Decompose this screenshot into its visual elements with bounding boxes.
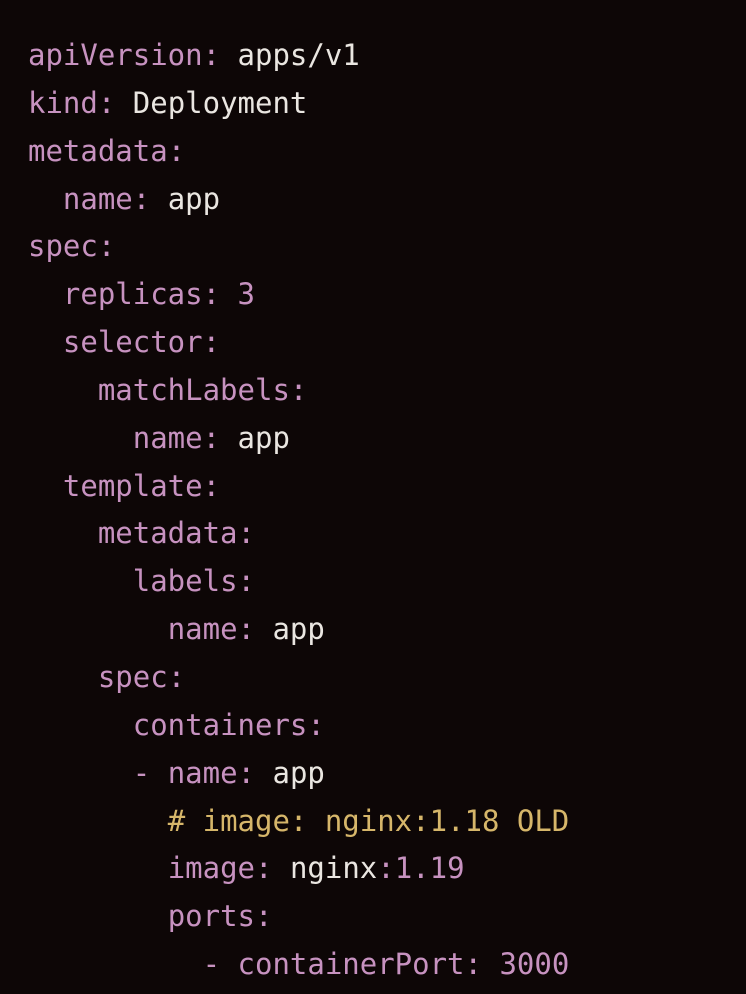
key-image: image — [168, 851, 255, 885]
colon: : — [133, 182, 150, 216]
line-matchLabels-name: name: app — [28, 421, 290, 455]
value-name: app — [272, 612, 324, 646]
comment-old-image: # image: nginx:1.18 OLD — [168, 804, 570, 838]
key-spec: spec — [98, 660, 168, 694]
line-comment: # image: nginx:1.18 OLD — [28, 804, 569, 838]
colon: : — [98, 229, 115, 263]
key-template: template — [63, 469, 203, 503]
key-metadata: metadata — [98, 516, 238, 550]
line-spec: spec: — [28, 229, 115, 263]
colon: : — [168, 660, 185, 694]
colon: : — [307, 708, 324, 742]
key-ports: ports — [168, 899, 255, 933]
key-name: name — [168, 756, 238, 790]
line-template: template: — [28, 469, 220, 503]
value-apiVersion: apps/v1 — [238, 38, 360, 72]
key-apiVersion: apiVersion — [28, 38, 203, 72]
line-labels: labels: — [28, 564, 255, 598]
line-template-metadata: metadata: — [28, 516, 255, 550]
line-ports: ports: — [28, 899, 272, 933]
colon: : — [168, 134, 185, 168]
colon: : — [203, 38, 220, 72]
key-spec: spec — [28, 229, 98, 263]
key-replicas: replicas — [63, 277, 203, 311]
line-labels-name: name: app — [28, 612, 325, 646]
value-name: app — [272, 756, 324, 790]
line-template-spec: spec: — [28, 660, 185, 694]
key-name: name — [133, 421, 203, 455]
colon: : — [238, 564, 255, 598]
key-matchLabels: matchLabels — [98, 373, 290, 407]
line-selector: selector: — [28, 325, 220, 359]
line-metadata-name: name: app — [28, 182, 220, 216]
line-containerPort: - containerPort: 3000 — [28, 947, 569, 981]
line-container-name: - name: app — [28, 756, 325, 790]
key-metadata: metadata — [28, 134, 168, 168]
line-matchLabels: matchLabels: — [28, 373, 307, 407]
key-name: name — [168, 612, 238, 646]
value-replicas: 3 — [238, 277, 255, 311]
line-image: image: nginx:1.19 — [28, 851, 465, 885]
colon: : — [203, 325, 220, 359]
yaml-code-block: apiVersion: apps/v1 kind: Deployment met… — [0, 0, 746, 994]
line-apiVersion: apiVersion: apps/v1 — [28, 38, 360, 72]
key-containers: containers — [133, 708, 308, 742]
colon: : — [255, 851, 272, 885]
colon: : — [238, 516, 255, 550]
dash: - — [133, 756, 150, 790]
line-metadata: metadata: — [28, 134, 185, 168]
colon: : — [203, 277, 220, 311]
line-replicas: replicas: 3 — [28, 277, 255, 311]
value-name: app — [238, 421, 290, 455]
key-selector: selector — [63, 325, 203, 359]
colon: : — [290, 373, 307, 407]
dash: - — [203, 947, 220, 981]
colon: : — [98, 86, 115, 120]
value-image-tag: :1.19 — [377, 851, 464, 885]
colon: : — [203, 421, 220, 455]
key-labels: labels — [133, 564, 238, 598]
colon: : — [465, 947, 482, 981]
colon: : — [203, 469, 220, 503]
colon: : — [238, 612, 255, 646]
value-containerPort: 3000 — [499, 947, 569, 981]
value-kind: Deployment — [133, 86, 308, 120]
colon: : — [238, 756, 255, 790]
key-containerPort: containerPort — [238, 947, 465, 981]
line-containers: containers: — [28, 708, 325, 742]
key-kind: kind — [28, 86, 98, 120]
key-name: name — [63, 182, 133, 216]
line-kind: kind: Deployment — [28, 86, 307, 120]
value-name: app — [168, 182, 220, 216]
value-image-base: nginx — [290, 851, 377, 885]
colon: : — [255, 899, 272, 933]
